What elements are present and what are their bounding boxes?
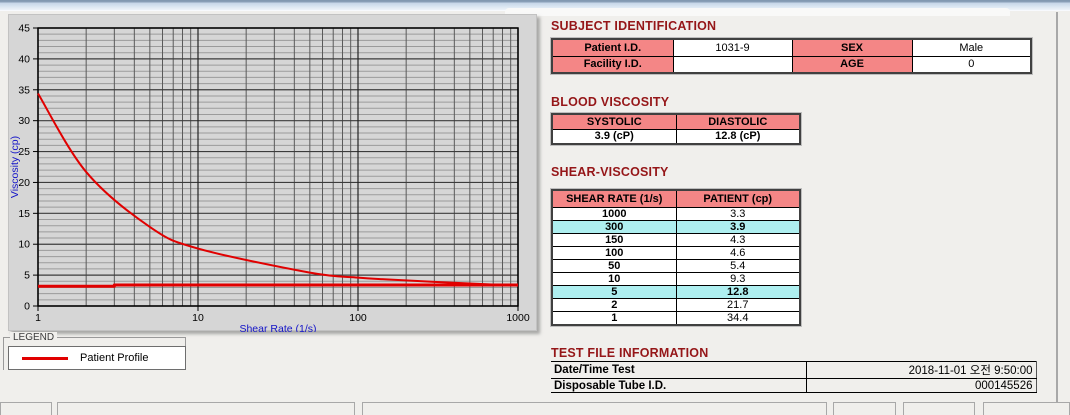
table-cell: 10 <box>552 272 676 285</box>
svg-text:1: 1 <box>35 312 41 324</box>
table-row: 1504.3 <box>552 233 800 246</box>
table-row: 221.7 <box>552 298 800 311</box>
table-cell: 1000 <box>552 207 676 220</box>
svg-text:40: 40 <box>18 53 30 65</box>
table-row: 3.9 (cP)12.8 (cP) <box>552 129 800 144</box>
table-cell: AGE <box>792 56 912 73</box>
table-row: Patient I.D.1031-9SEXMale <box>552 39 1031 56</box>
table-cell: Patient I.D. <box>552 39 673 56</box>
shear-viscosity-title: SHEAR-VISCOSITY <box>551 165 669 179</box>
table-row: 1004.6 <box>552 246 800 259</box>
status-bar-panel-3 <box>362 402 827 415</box>
svg-text:15: 15 <box>18 208 30 220</box>
table-cell: 0 <box>912 56 1031 73</box>
table-cell: DIASTOLIC <box>676 114 800 129</box>
table-cell: 3.9 <box>676 220 800 233</box>
table-cell: 5 <box>552 285 676 298</box>
table-row: SHEAR RATE (1/s)PATIENT (cp) <box>552 190 800 207</box>
status-bar-panel-5 <box>903 402 975 415</box>
blood-viscosity-table: SYSTOLICDIASTOLIC3.9 (cP)12.8 (cP) <box>551 113 801 145</box>
table-row: Facility I.D. AGE0 <box>552 56 1031 73</box>
table-cell: 12.8 (cP) <box>676 129 800 144</box>
table-cell: 150 <box>552 233 676 246</box>
table-row: 3003.9 <box>552 220 800 233</box>
toolbar-highlight <box>505 8 1010 16</box>
table-cell: 2 <box>552 298 676 311</box>
table-row: SYSTOLICDIASTOLIC <box>552 114 800 129</box>
test-file-information-table: Date/Time Test2018-11-01 오전 9:50:00Dispo… <box>551 361 1037 393</box>
table-cell: 000145526 <box>806 379 1036 393</box>
table-cell: Male <box>912 39 1031 56</box>
table-row: Disposable Tube I.D.000145526 <box>551 379 1036 393</box>
svg-text:0: 0 <box>24 301 30 313</box>
table-row: 505.4 <box>552 259 800 272</box>
table-row: 512.8 <box>552 285 800 298</box>
legend-groupbox: LEGEND Patient Profile <box>3 337 186 370</box>
svg-text:10: 10 <box>18 239 30 251</box>
table-cell: 12.8 <box>676 285 800 298</box>
table-cell: 3.3 <box>676 207 800 220</box>
table-cell: 5.4 <box>676 259 800 272</box>
status-bar-panel-6 <box>983 402 1070 415</box>
shear-viscosity-table: SHEAR RATE (1/s)PATIENT (cp)10003.33003.… <box>551 189 801 326</box>
table-cell: Disposable Tube I.D. <box>551 379 806 393</box>
table-cell: SEX <box>792 39 912 56</box>
table-row: 10003.3 <box>552 207 800 220</box>
viscosity-chart-panel: 0510152025303540451101001000Viscosity (c… <box>8 14 537 331</box>
patient-profile-line-icon <box>22 357 68 360</box>
svg-text:100: 100 <box>349 312 367 324</box>
table-cell: 4.6 <box>676 246 800 259</box>
status-bar-panel-1 <box>0 402 52 415</box>
table-cell: 3.9 (cP) <box>552 129 676 144</box>
table-cell: 1 <box>552 311 676 325</box>
blood-viscosity-title: BLOOD VISCOSITY <box>551 95 669 109</box>
legend-group-label: LEGEND <box>10 332 57 343</box>
y-axis-label: Viscosity (cp) <box>9 136 21 198</box>
table-row: Date/Time Test2018-11-01 오전 9:50:00 <box>551 362 1036 379</box>
svg-text:10: 10 <box>192 312 204 324</box>
test-file-information-title: TEST FILE INFORMATION <box>551 346 708 360</box>
status-bar-panel-4 <box>833 402 896 415</box>
table-cell: SYSTOLIC <box>552 114 676 129</box>
table-cell: 300 <box>552 220 676 233</box>
table-cell <box>673 56 792 73</box>
svg-text:35: 35 <box>18 84 30 96</box>
subject-identification-table: Patient I.D.1031-9SEXMaleFacility I.D.AG… <box>551 38 1032 74</box>
table-row: 109.3 <box>552 272 800 285</box>
x-axis-label: Shear Rate (1/s) <box>239 323 316 332</box>
table-cell: Facility I.D. <box>552 56 673 73</box>
subject-identification-title: SUBJECT IDENTIFICATION <box>551 19 716 33</box>
series-high-shear-baseline <box>38 285 518 286</box>
svg-text:45: 45 <box>18 23 30 35</box>
panel-right-border <box>1056 12 1058 402</box>
table-cell: PATIENT (cp) <box>676 190 800 207</box>
legend-entry: Patient Profile <box>8 346 186 370</box>
table-cell: Date/Time Test <box>551 362 806 379</box>
table-cell: 50 <box>552 259 676 272</box>
table-row: 134.4 <box>552 311 800 325</box>
table-cell: 1031-9 <box>673 39 792 56</box>
table-cell: 9.3 <box>676 272 800 285</box>
table-cell: 100 <box>552 246 676 259</box>
svg-text:1000: 1000 <box>506 312 530 324</box>
table-cell: 34.4 <box>676 311 800 325</box>
table-cell: 2018-11-01 오전 9:50:00 <box>806 362 1036 379</box>
table-cell: 4.3 <box>676 233 800 246</box>
table-cell: 21.7 <box>676 298 800 311</box>
viscosity-chart: 0510152025303540451101001000Viscosity (c… <box>9 15 538 332</box>
svg-text:30: 30 <box>18 115 30 127</box>
table-cell: SHEAR RATE (1/s) <box>552 190 676 207</box>
status-bar-panel-2 <box>57 402 355 415</box>
svg-text:5: 5 <box>24 270 30 282</box>
legend-series-label: Patient Profile <box>80 352 148 364</box>
